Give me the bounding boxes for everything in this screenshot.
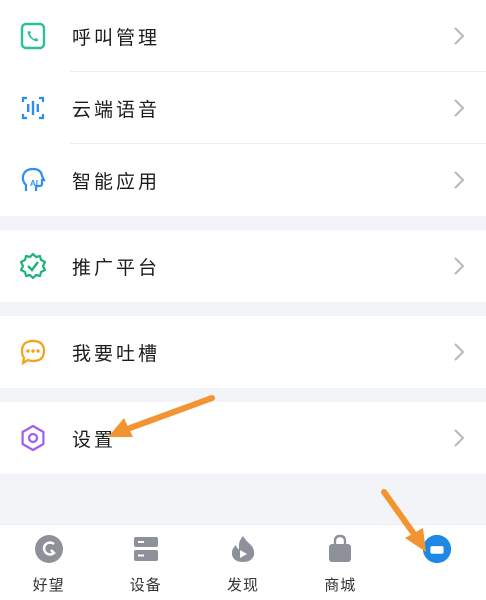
menu-item-label: 云端语音 — [72, 98, 161, 121]
ai-head-icon: AI — [18, 165, 48, 195]
chevron-right-icon — [452, 169, 466, 191]
menu-item-label: 设置 — [72, 428, 117, 451]
menu-item-label: 推广平台 — [72, 256, 161, 279]
menu-group-feedback: 我要吐槽 — [0, 316, 486, 388]
menu-item-label: 智能应用 — [72, 170, 161, 193]
tab-label: 好望 — [32, 576, 65, 594]
menu-item-label: 我要吐槽 — [72, 342, 161, 365]
verified-badge-icon — [18, 251, 48, 281]
menu-group-promotion: 推广平台 — [0, 230, 486, 302]
menu-item-call-management[interactable]: 呼叫管理 — [0, 0, 486, 72]
phone-call-icon — [18, 21, 48, 51]
bottom-tab-bar: 好望 设备 发现 商城 — [0, 524, 486, 600]
settings-gear-icon — [18, 423, 48, 453]
chat-bubble-icon — [18, 337, 48, 367]
menu-group-settings: 设置 — [0, 402, 486, 474]
tab-label: 发现 — [227, 576, 260, 594]
haowang-logo-icon — [33, 533, 65, 565]
tab-label: 商城 — [324, 576, 357, 594]
menu-item-label: 呼叫管理 — [72, 26, 161, 49]
tab-profile[interactable] — [389, 525, 486, 600]
profile-icon — [421, 533, 453, 565]
menu-item-promotion-platform[interactable]: 推广平台 — [0, 230, 486, 302]
tab-haowang[interactable]: 好望 — [0, 525, 97, 600]
menu-item-cloud-voice[interactable]: 云端语音 — [0, 72, 486, 144]
discover-flame-icon — [227, 533, 259, 565]
menu-item-feedback[interactable]: 我要吐槽 — [0, 316, 486, 388]
tab-devices[interactable]: 设备 — [97, 525, 194, 600]
tab-label: 设备 — [129, 576, 162, 594]
tab-mall[interactable]: 商城 — [292, 525, 389, 600]
menu-group-services: 呼叫管理 云端语音 AI 智能应用 — [0, 0, 486, 216]
device-icon — [130, 533, 162, 565]
chevron-right-icon — [452, 255, 466, 277]
menu-item-settings[interactable]: 设置 — [0, 402, 486, 474]
shopping-bag-icon — [324, 533, 356, 565]
chevron-right-icon — [452, 341, 466, 363]
voice-wave-icon — [18, 93, 48, 123]
menu-item-smart-apps[interactable]: AI 智能应用 — [0, 144, 486, 216]
tab-discover[interactable]: 发现 — [194, 525, 291, 600]
svg-text:AI: AI — [30, 179, 38, 188]
chevron-right-icon — [452, 427, 466, 449]
chevron-right-icon — [452, 25, 466, 47]
chevron-right-icon — [452, 97, 466, 119]
